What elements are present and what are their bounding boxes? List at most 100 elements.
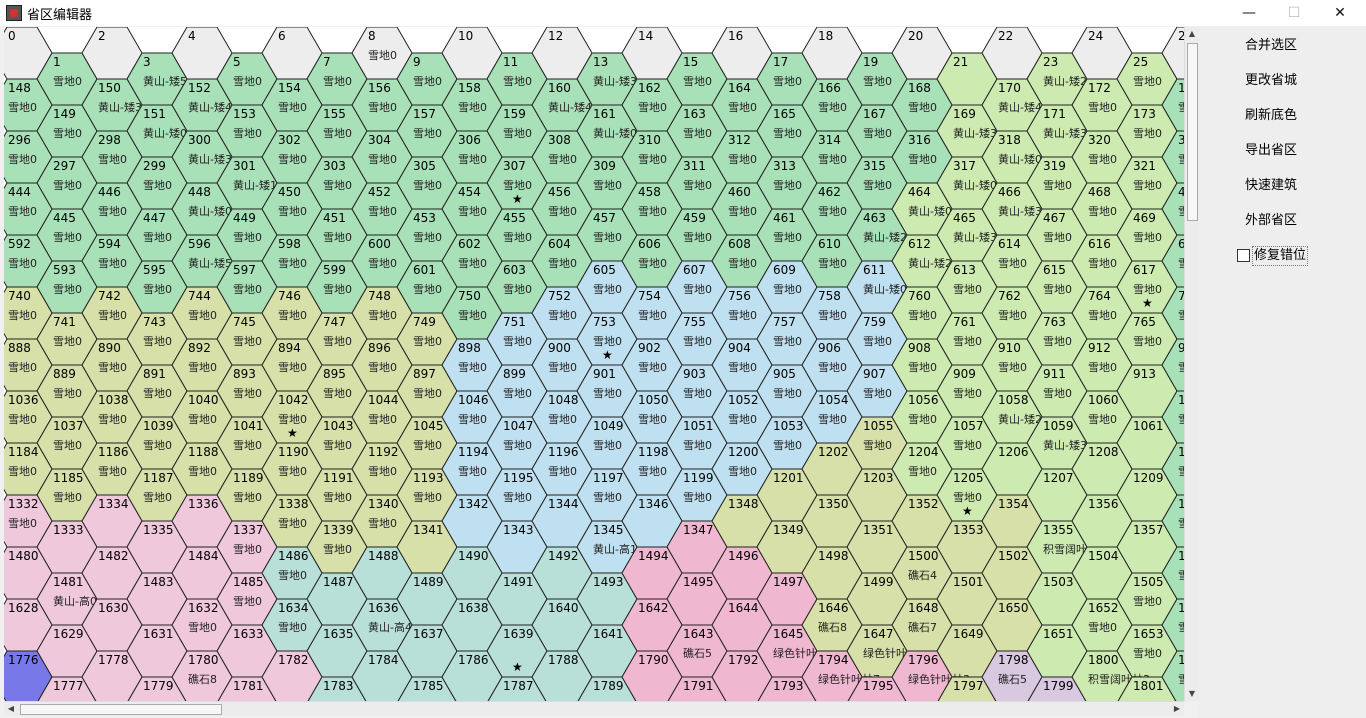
hex-id-label: 1648	[908, 601, 939, 615]
hex-terrain-label: 雪地0	[323, 491, 352, 504]
hex-terrain-label: 黄山-矮4	[188, 100, 232, 114]
hex-map-canvas[interactable]: 01雪地023黄山-矮545雪地067雪地08雪地0 9雪地01011雪地0121…	[4, 27, 1184, 701]
hex-id-label: 1195	[503, 471, 534, 485]
merge-selection-button[interactable]: 合并选区	[1221, 35, 1321, 57]
hex-terrain-label: 雪地0	[233, 439, 262, 452]
hex-id-label: 460	[728, 185, 751, 199]
hex-terrain-label: 雪地0	[188, 309, 217, 322]
scroll-up-icon[interactable]: ▲	[1185, 27, 1199, 41]
hex-terrain-label: 黄山-矮4	[548, 100, 592, 114]
close-button[interactable]: ✕	[1317, 0, 1363, 26]
hex-id-label: 302	[278, 133, 301, 147]
hex-terrain-label: 雪地0	[1043, 231, 1072, 244]
hex-id-label: 903	[683, 367, 706, 381]
scroll-left-icon[interactable]: ◀	[4, 702, 18, 716]
hex-id-label: 148	[8, 81, 31, 95]
hex-terrain-label: 雪地0	[98, 465, 127, 478]
hex-id-label: 161	[593, 107, 616, 121]
hex-id-label: 1350	[818, 497, 849, 511]
hex-terrain-label: 雪地0	[458, 101, 487, 114]
hex-id-label: 1041	[233, 419, 264, 433]
hex-id-label: 1337	[233, 523, 264, 537]
hex-terrain-label: 雪地0	[1043, 335, 1072, 348]
hex-id-label: 1356	[1088, 497, 1119, 511]
hex-terrain-label: 雪地0	[458, 153, 487, 166]
hex-terrain-label: 雪地0	[683, 231, 712, 244]
scroll-down-icon[interactable]: ▼	[1185, 687, 1199, 701]
vertical-scrollbar[interactable]: ▲ ▼	[1184, 27, 1199, 701]
hex-id-label: 149	[53, 107, 76, 121]
hex-id-label: 297	[53, 159, 76, 173]
hex-terrain-label: 雪地0	[323, 543, 352, 556]
hex-terrain-label: 雪地0	[548, 205, 577, 218]
hex-id-label: 1493	[593, 575, 624, 589]
hex-terrain-label: 雪地0	[143, 439, 172, 452]
hex-id-label: 463	[863, 211, 886, 225]
hex-id-label: 888	[8, 341, 31, 355]
scroll-right-icon[interactable]: ▶	[1170, 702, 1184, 716]
hex-id-label: 1637	[413, 627, 444, 641]
hex-id-label: 905	[773, 367, 796, 381]
hex-id-label: 301	[233, 159, 256, 173]
fix-misalign-checkbox[interactable]	[1237, 249, 1250, 262]
maximize-button[interactable]: ☐	[1271, 0, 1317, 26]
hex-id-label: 16	[728, 29, 743, 43]
hex-id-label: 167	[863, 107, 886, 121]
capital-star-icon: ★	[512, 192, 523, 206]
hex-id-label: 314	[818, 133, 841, 147]
minimize-button[interactable]: —	[1226, 0, 1272, 26]
hex-terrain-label: 雪地0	[323, 127, 352, 140]
hex-id-label: 1483	[143, 575, 174, 589]
horizontal-scroll-thumb[interactable]	[20, 704, 222, 715]
hex-id-label: 1187	[143, 471, 174, 485]
hex-id-label: 154	[278, 81, 301, 95]
horizontal-scrollbar[interactable]: ◀ ▶	[4, 701, 1184, 716]
hex-map[interactable]: 0 1 雪地0 2 3 黄山-矮5 4 5 雪地0 6 7 雪地0 8 雪地0 9 雪地0 10 11 雪地0 12 1…	[4, 27, 1184, 701]
hex-id-label: 451	[323, 211, 346, 225]
hex-id-label: 11	[503, 55, 518, 69]
hex-id-label: 1496	[728, 549, 759, 563]
hex-id-label: 304	[368, 133, 391, 147]
hex-id-label: 1501	[953, 575, 984, 589]
hex-id-label: 602	[458, 237, 481, 251]
hex-id-label: 1332	[8, 497, 39, 511]
refresh-color-button[interactable]: 刷新底色	[1221, 105, 1321, 127]
hex-id-label: 1196	[548, 445, 579, 459]
hex-terrain-label: 雪地0	[413, 75, 442, 88]
hex-terrain-label: 雪地0	[1133, 127, 1162, 140]
hex-id-label: 607	[683, 263, 706, 277]
hex-terrain-label: 雪地0	[863, 179, 892, 192]
hex-terrain-label: 雪地0	[503, 75, 532, 88]
hex-id-label: 1342	[458, 497, 489, 511]
external-province-button[interactable]: 外部省区	[1221, 210, 1321, 232]
hex-terrain-label: 雪地0	[548, 465, 577, 478]
hex-terrain-label: 黄山-矮3	[593, 74, 637, 88]
hex-id-label: 468	[1088, 185, 1111, 199]
vertical-scroll-thumb[interactable]	[1187, 43, 1198, 221]
hex-id-label: 593	[53, 263, 76, 277]
hex-id-label: 1653	[1133, 627, 1164, 641]
hex-terrain-label: 雪地0	[1043, 179, 1072, 192]
hex-id-label: 467	[1043, 211, 1066, 225]
hex-id-label: 1050	[638, 393, 669, 407]
hex-terrain-label: 雪地0	[773, 387, 802, 400]
hex-terrain-label: 雪地0	[143, 491, 172, 504]
quick-build-button[interactable]: 快速建筑	[1221, 175, 1321, 197]
hex-terrain-label: 雪地0	[1088, 101, 1117, 114]
window-title: 省区编辑器	[27, 8, 93, 23]
hex-terrain-label: 雪地0	[683, 335, 712, 348]
change-capital-button[interactable]: 更改省城	[1221, 70, 1321, 92]
hex-terrain-label: 雪地0	[1133, 179, 1162, 192]
hex-id-label: 168	[908, 81, 931, 95]
hex-terrain-label: 雪地0	[368, 413, 397, 426]
hex-id-label: 1486	[278, 549, 309, 563]
export-province-button[interactable]: 导出省区	[1221, 140, 1321, 162]
hex-terrain-label: 雪地0	[8, 153, 37, 166]
hex-id-label: 1488	[368, 549, 399, 563]
hex-terrain-label: 雪地0	[638, 465, 667, 478]
hex-terrain-label: 雪地0	[368, 257, 397, 270]
hex-id-label: 455	[503, 211, 526, 225]
hex-id-label: 19	[863, 55, 878, 69]
hex-id-label: 1494	[638, 549, 669, 563]
hex-id-label: 740	[8, 289, 31, 303]
